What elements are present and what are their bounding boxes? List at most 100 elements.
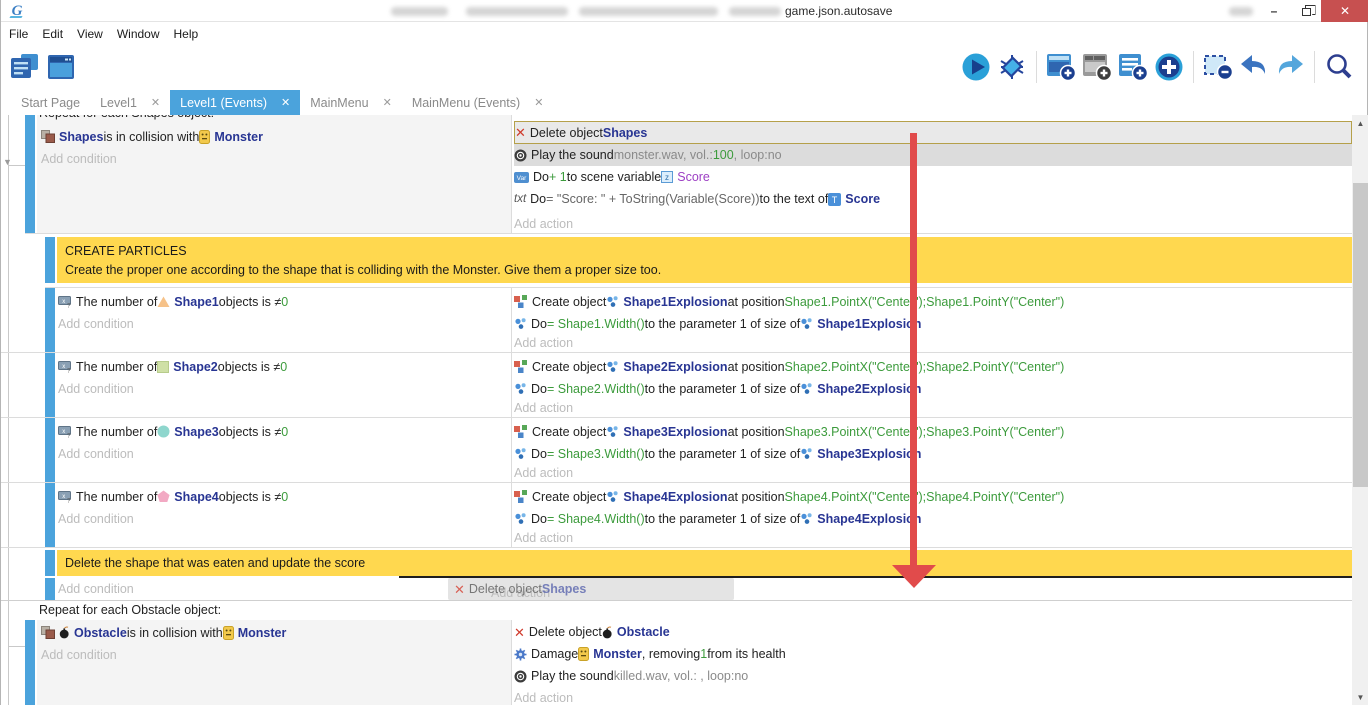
svg-text:z: z bbox=[665, 173, 669, 182]
add-circle-button[interactable] bbox=[1152, 50, 1186, 84]
text-segment: to the parameter 1 of size of bbox=[645, 447, 801, 461]
menu-edit[interactable]: Edit bbox=[42, 27, 72, 41]
event2-drag-handle[interactable] bbox=[25, 620, 35, 705]
event1-action-scene-variable[interactable]: VarDo + 1 to scene variable zScore bbox=[514, 166, 1352, 188]
subevent-condition[interactable]: x?The number of Shape1 objects is ≠ 0 bbox=[58, 291, 503, 312]
text-segment: Score bbox=[845, 192, 880, 206]
comment1-drag-handle[interactable] bbox=[45, 237, 55, 283]
text-segment: Do bbox=[531, 512, 547, 526]
subevent-drag-handle[interactable] bbox=[45, 288, 55, 352]
remove-selection-button[interactable] bbox=[1201, 50, 1235, 84]
subevent-action-size[interactable]: Do = Shape3.Width() to the parameter 1 o… bbox=[514, 443, 1352, 464]
text-segment: The number of bbox=[76, 490, 157, 504]
comment2-drag-handle[interactable] bbox=[45, 550, 55, 576]
vertical-scrollbar[interactable]: ▲ ▼ bbox=[1352, 115, 1368, 705]
event1-add-condition[interactable]: Add condition bbox=[41, 148, 117, 169]
scrollbar-thumb[interactable] bbox=[1353, 183, 1368, 487]
add-comment-button[interactable] bbox=[1116, 50, 1150, 84]
subevent-add-condition[interactable]: Add condition bbox=[58, 508, 134, 529]
event2-condition[interactable]: Obstacle is in collision with Monster bbox=[41, 622, 501, 643]
subevent-action-create[interactable]: Create object Shape3Explosion at positio… bbox=[514, 421, 1352, 442]
restore-button[interactable] bbox=[1291, 0, 1321, 22]
menu-view[interactable]: View bbox=[77, 27, 112, 41]
subevent-action-size[interactable]: Do = Shape4.Width() to the parameter 1 o… bbox=[514, 508, 1352, 529]
close-button[interactable]: ✕ bbox=[1321, 0, 1368, 22]
project-manager-button[interactable] bbox=[8, 50, 42, 84]
subevent-drag-handle[interactable] bbox=[45, 353, 55, 417]
event2-action-damage-monster[interactable]: Damage Monster, removing 1 from its heal… bbox=[514, 643, 1352, 665]
subevent-add-action[interactable]: Add action bbox=[514, 399, 573, 417]
comment-delete-shape[interactable]: Delete the shape that was eaten and upda… bbox=[57, 550, 1352, 576]
column-divider bbox=[511, 288, 512, 352]
subevent-action-size[interactable]: Do = Shape2.Width() to the parameter 1 o… bbox=[514, 378, 1352, 399]
text-segment: Shape1 bbox=[174, 295, 218, 309]
tab-start-page[interactable]: Start Page bbox=[11, 90, 90, 115]
event2-add-action[interactable]: Add action bbox=[514, 687, 573, 705]
minimize-button[interactable]: – bbox=[1259, 0, 1289, 22]
event1-add-action[interactable]: Add action bbox=[514, 213, 573, 234]
tab-label: Start Page bbox=[21, 96, 80, 110]
subevent-action-create[interactable]: Create object Shape2Explosion at positio… bbox=[514, 356, 1352, 377]
subevent-add-action[interactable]: Add action bbox=[514, 529, 573, 547]
particle-icon bbox=[606, 295, 619, 308]
subevent-drag-handle[interactable] bbox=[45, 483, 55, 547]
event2-add-condition[interactable]: Add condition bbox=[41, 644, 117, 665]
subevent-add-action[interactable]: Add action bbox=[514, 334, 573, 352]
add-subevent-button[interactable] bbox=[1080, 50, 1114, 84]
subevent-condition[interactable]: x?The number of Shape3 objects is ≠ 0 bbox=[58, 421, 503, 442]
delete-x-icon: ✕ bbox=[454, 583, 465, 596]
tab-level1[interactable]: Level1✕ bbox=[90, 90, 170, 115]
ghost-row-add-condition[interactable]: Add condition bbox=[58, 578, 134, 599]
subevent-add-action[interactable]: Add action bbox=[514, 464, 573, 482]
subevent-condition[interactable]: x?The number of Shape4 objects is ≠ 0 bbox=[58, 486, 503, 507]
text-segment: = Shape2.Width() bbox=[547, 382, 645, 396]
subevent-add-condition[interactable]: Add condition bbox=[58, 313, 134, 334]
event1-action-set-text[interactable]: txtDo = "Score: " + ToString(Variable(Sc… bbox=[514, 188, 1352, 210]
event2-action-delete-obstacle[interactable]: ✕Delete object Obstacle bbox=[514, 621, 1352, 643]
text-segment: = Shape4.Width() bbox=[547, 512, 645, 526]
tab-label: MainMenu bbox=[310, 96, 368, 110]
text-segment: = Shape3.Width() bbox=[547, 447, 645, 461]
menu-file[interactable]: File bbox=[9, 27, 37, 41]
menu-window[interactable]: Window bbox=[117, 27, 169, 41]
add-event-button[interactable] bbox=[1044, 50, 1078, 84]
shape-triangle-icon bbox=[157, 296, 170, 308]
scene-editor-button[interactable] bbox=[44, 50, 78, 84]
subevent-drag-handle[interactable] bbox=[45, 418, 55, 482]
subevent-action-size[interactable]: Do = Shape1.Width() to the parameter 1 o… bbox=[514, 313, 1352, 334]
tab-close-icon[interactable]: ✕ bbox=[534, 96, 543, 109]
scroll-up-icon[interactable]: ▲ bbox=[1352, 116, 1368, 130]
text-segment: to the parameter 1 of size of bbox=[645, 512, 801, 526]
text-segment: Do bbox=[531, 447, 547, 461]
tab-mainmenu-events-[interactable]: MainMenu (Events)✕ bbox=[402, 90, 554, 115]
scroll-down-icon[interactable]: ▼ bbox=[1352, 690, 1368, 704]
subevent-action-create[interactable]: Create object Shape4Explosion at positio… bbox=[514, 486, 1352, 507]
text-segment: from its health bbox=[707, 647, 786, 661]
column-divider bbox=[511, 418, 512, 482]
menu-help[interactable]: Help bbox=[174, 27, 208, 41]
event1-action-play-sound[interactable]: Play the sound monster.wav, vol.: 100, l… bbox=[514, 144, 1352, 166]
subevent-condition[interactable]: x?The number of Shape2 objects is ≠ 0 bbox=[58, 356, 503, 377]
tab-close-icon[interactable]: ✕ bbox=[281, 96, 290, 109]
subevent-add-condition[interactable]: Add condition bbox=[58, 443, 134, 464]
tab-level1-events-[interactable]: Level1 (Events)✕ bbox=[170, 90, 300, 115]
tab-close-icon[interactable]: ✕ bbox=[383, 96, 392, 109]
subevent-action-create[interactable]: Create object Shape1Explosion at positio… bbox=[514, 291, 1352, 312]
ghost-row-drag-handle[interactable] bbox=[45, 578, 55, 601]
event2-action-play-sound[interactable]: Play the sound killed.wav, vol.: , loop:… bbox=[514, 665, 1352, 687]
debug-button[interactable] bbox=[995, 50, 1029, 84]
search-button[interactable] bbox=[1322, 50, 1356, 84]
event1-action-delete-shapes[interactable]: ✕Delete object Shapes bbox=[514, 121, 1352, 144]
redo-button[interactable] bbox=[1273, 50, 1307, 84]
play-button[interactable] bbox=[959, 50, 993, 84]
event1-repeat-label[interactable]: Repeat for each Shapes object: bbox=[39, 115, 214, 120]
undo-button[interactable] bbox=[1237, 50, 1271, 84]
event2-repeat-label[interactable]: Repeat for each Obstacle object: bbox=[39, 603, 221, 617]
tab-close-icon[interactable]: ✕ bbox=[151, 96, 160, 109]
comment-create-particles[interactable]: CREATE PARTICLES Create the proper one a… bbox=[57, 237, 1352, 283]
event1-drag-handle[interactable] bbox=[25, 115, 35, 233]
text-segment: , loop: bbox=[734, 148, 768, 162]
subevent-add-condition[interactable]: Add condition bbox=[58, 378, 134, 399]
event1-condition[interactable]: Shapes is in collision with Monster bbox=[41, 126, 501, 147]
tab-mainmenu[interactable]: MainMenu ✕ bbox=[300, 90, 402, 115]
